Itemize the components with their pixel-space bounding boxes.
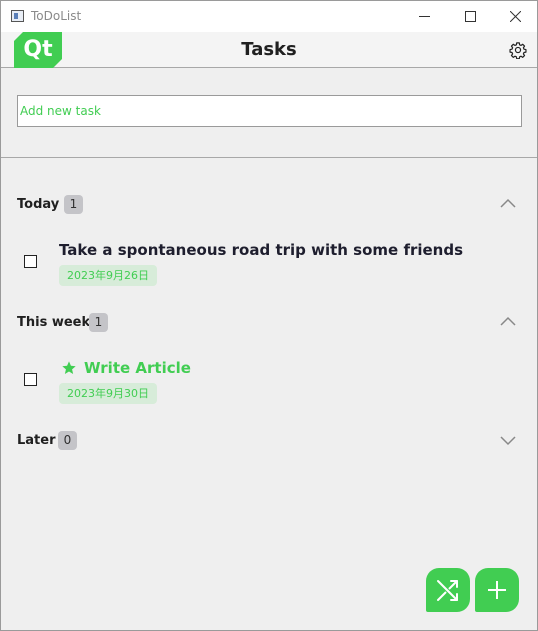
task-title[interactable]: Write Article (84, 359, 191, 377)
minimize-icon (418, 16, 430, 17)
count-badge: 0 (58, 431, 77, 450)
gear-icon[interactable] (509, 41, 527, 59)
maximize-icon (464, 11, 476, 22)
window-title: ToDoList (31, 9, 82, 23)
section-title: Later (17, 433, 56, 448)
chevron-down-icon[interactable] (498, 432, 518, 448)
count-badge: 1 (89, 313, 108, 332)
chevron-up-icon[interactable] (498, 196, 518, 212)
section-title: This week (17, 315, 91, 330)
app-header: Qt Tasks (1, 32, 537, 68)
task-row: Take a spontaneous road trip with some f… (1, 239, 537, 299)
shuffle-icon (437, 580, 458, 601)
star-icon[interactable] (61, 360, 77, 376)
app-window: ToDoList Qt Tasks Today 1 Take a spontan… (0, 0, 538, 631)
close-icon (509, 11, 521, 22)
minimize-button[interactable] (401, 1, 447, 32)
task-row: Write Article 2023年9月30日 (1, 357, 537, 417)
count-badge: 1 (64, 195, 83, 214)
title-bar[interactable]: ToDoList (1, 1, 537, 32)
page-title: Tasks (241, 39, 297, 60)
task-checkbox[interactable] (24, 373, 37, 386)
add-task-input[interactable] (17, 95, 522, 127)
section-this-week-header[interactable]: This week 1 (1, 312, 537, 336)
section-today-header[interactable]: Today 1 (1, 194, 537, 218)
app-icon (11, 10, 24, 22)
section-later-header[interactable]: Later 0 (1, 430, 537, 454)
task-date: 2023年9月30日 (59, 383, 157, 404)
section-title: Today (17, 197, 60, 212)
chevron-up-icon[interactable] (498, 314, 518, 330)
close-button[interactable] (492, 1, 537, 32)
plus-icon (488, 581, 506, 599)
shuffle-button[interactable] (426, 568, 470, 612)
new-task-area (1, 68, 537, 158)
task-date: 2023年9月26日 (59, 265, 157, 286)
add-task-button[interactable] (475, 568, 519, 612)
task-checkbox[interactable] (24, 255, 37, 268)
task-title[interactable]: Take a spontaneous road trip with some f… (59, 241, 463, 259)
maximize-button[interactable] (447, 1, 493, 32)
